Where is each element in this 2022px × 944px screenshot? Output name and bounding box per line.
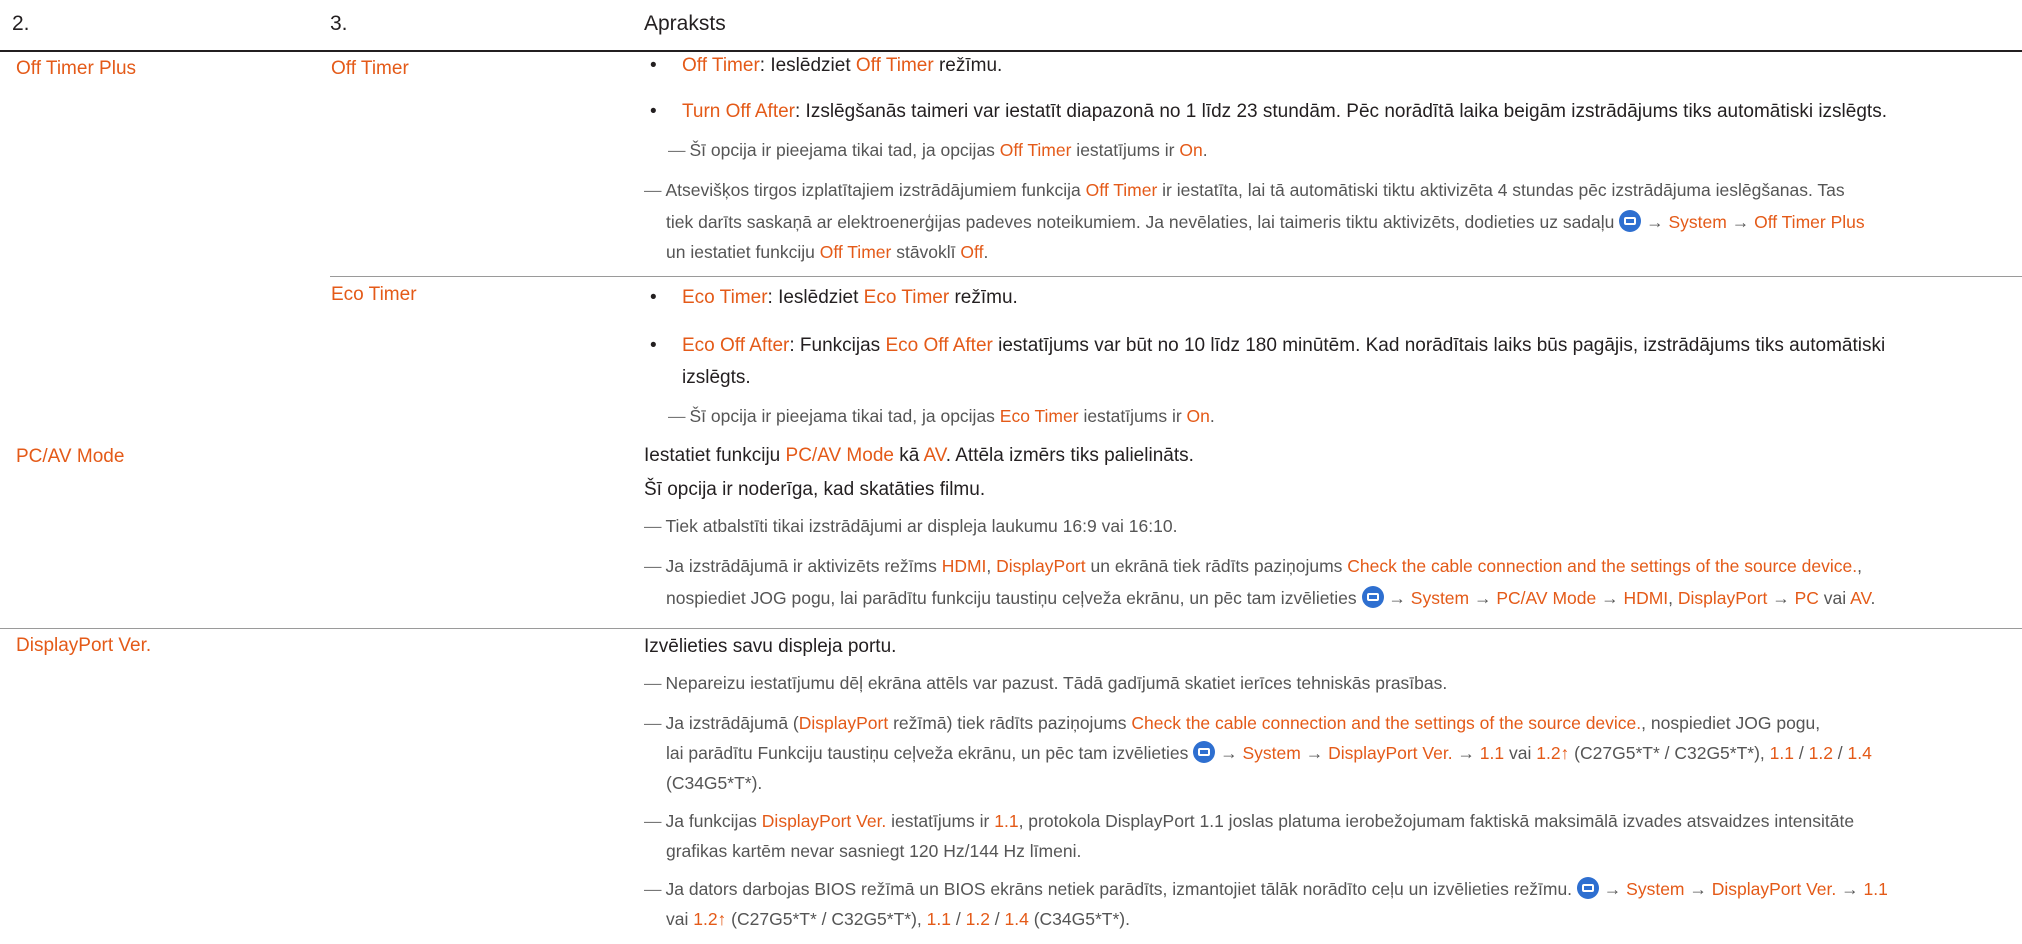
- pcav-note-2-line-1: ― Ja izstrādājumā ir aktivizēts režīms HD…: [644, 556, 1862, 576]
- bullet-eco-off-after-cont: izslēgts.: [682, 367, 751, 388]
- table-header: 2. 3. Apraksts: [0, 0, 2022, 52]
- dp-note-1: ― Nepareizu iestatījumu dēļ ekrāna attēls…: [644, 673, 1448, 693]
- sub-divider: [330, 276, 2022, 277]
- bullet-eco-timer: • Eco Timer: Ieslēdziet Eco Timer režīmu.: [650, 287, 1018, 308]
- header-col-description: Apraksts: [644, 12, 726, 35]
- sub-label-eco-timer: Eco Timer: [331, 284, 417, 305]
- off-timer-description: • Off Timer: Ieslēdziet Off Timer režīmu.…: [644, 52, 2014, 280]
- menu-icon: [1361, 586, 1384, 608]
- displayport-description: Izvēlieties savu displeja portu. ― Nepare…: [644, 629, 2014, 944]
- dp-note-2-line-1: ― Ja izstrādājumā (DisplayPort režīmā) ti…: [644, 713, 1821, 733]
- dp-note-2-line-3: (C34G5*T*).: [666, 773, 763, 793]
- sub-label-off-timer: Off Timer: [331, 58, 409, 79]
- pcav-note-1: ― Tiek atbalstīti tikai izstrādājumi ar d…: [644, 516, 1178, 536]
- dp-para-1: Izvēlieties savu displeja portu.: [644, 636, 897, 657]
- menu-icon: [1619, 210, 1642, 232]
- dp-note-4-line-1: ― Ja dators darbojas BIOS režīmā un BIOS …: [644, 877, 1888, 899]
- dp-note-3-line-2: grafikas kartēm nevar sasniegt 120 Hz/14…: [666, 841, 1082, 861]
- header-col-2: 2.: [12, 12, 30, 35]
- dp-note-2-line-2: lai parādītu Funkciju taustiņu ceļveža e…: [666, 741, 1872, 763]
- row-displayport-ver: DisplayPort Ver. Izvēlieties savu disple…: [0, 629, 2022, 944]
- bullet-turn-off-after: • Turn Off After: Izslēgšanās taimeri var…: [650, 101, 1887, 122]
- menu-icon: [1576, 877, 1599, 899]
- menu-icon: [1193, 741, 1216, 763]
- pcav-para-2: Šī opcija ir noderīga, kad skatāties fil…: [644, 479, 986, 500]
- row-label-pcav-mode: PC/AV Mode: [16, 446, 125, 467]
- note-market-line-3: un iestatiet funkciju Off Timer stāvoklī…: [666, 242, 989, 262]
- note-eco-timer-on: ― Šī opcija ir pieejama tikai tad, ja opc…: [668, 406, 1215, 426]
- row-label-displayport-ver: DisplayPort Ver.: [16, 635, 152, 656]
- pcav-description: Iestatiet funkciju PC/AV Mode kā AV. Att…: [644, 440, 2014, 628]
- note-market-line-2: tiek darīts saskaņā ar elektroenerģijas …: [666, 210, 1865, 232]
- dp-note-4-line-2: vai 1.2↑ (C27G5*T* / C32G5*T*), 1.1 / 1.…: [666, 909, 1130, 929]
- manual-page: 2. 3. Apraksts Off Timer Plus Off Timer …: [0, 0, 2022, 944]
- dp-note-3-line-1: ― Ja funkcijas DisplayPort Ver. iestatīju…: [644, 811, 1855, 831]
- note-market-line-1: ― Atsevišķos tirgos izplatītajiem izstrād…: [644, 180, 1845, 200]
- bullet-off-timer: • Off Timer: Ieslēdziet Off Timer režīmu.: [650, 55, 1003, 76]
- pcav-note-2-line-2: nospiediet JOG pogu, lai parādītu funkci…: [666, 586, 1876, 608]
- pcav-para-1: Iestatiet funkciju PC/AV Mode kā AV. Att…: [644, 445, 1194, 466]
- row-pcav-mode: PC/AV Mode Iestatiet funkciju PC/AV Mode…: [0, 440, 2022, 629]
- bullet-eco-off-after: • Eco Off After: Funkcijas Eco Off After …: [650, 335, 1886, 356]
- row-label-off-timer-plus: Off Timer Plus: [16, 58, 137, 79]
- header-col-3: 3.: [330, 12, 348, 35]
- note-off-timer-on: ― Šī opcija ir pieejama tikai tad, ja opc…: [668, 140, 1208, 160]
